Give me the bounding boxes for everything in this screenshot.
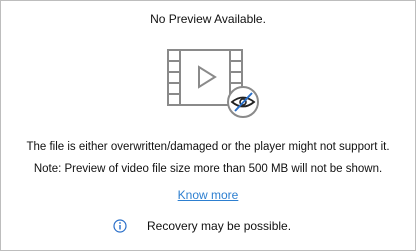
video-file-icon [167, 49, 259, 118]
size-note: Note: Preview of video file size more th… [33, 163, 383, 175]
info-icon [113, 219, 127, 233]
eye-slash-icon [227, 86, 259, 118]
know-more-link[interactable]: Know more [1, 188, 415, 202]
preview-panel: No Preview Available. The file is either… [0, 0, 416, 251]
recovery-status: Recovery may be possible. [113, 217, 291, 235]
recovery-text: Recovery may be possible. [147, 219, 292, 233]
error-message: The file is either overwritten/damaged o… [26, 141, 390, 153]
preview-title: No Preview Available. [150, 12, 266, 26]
